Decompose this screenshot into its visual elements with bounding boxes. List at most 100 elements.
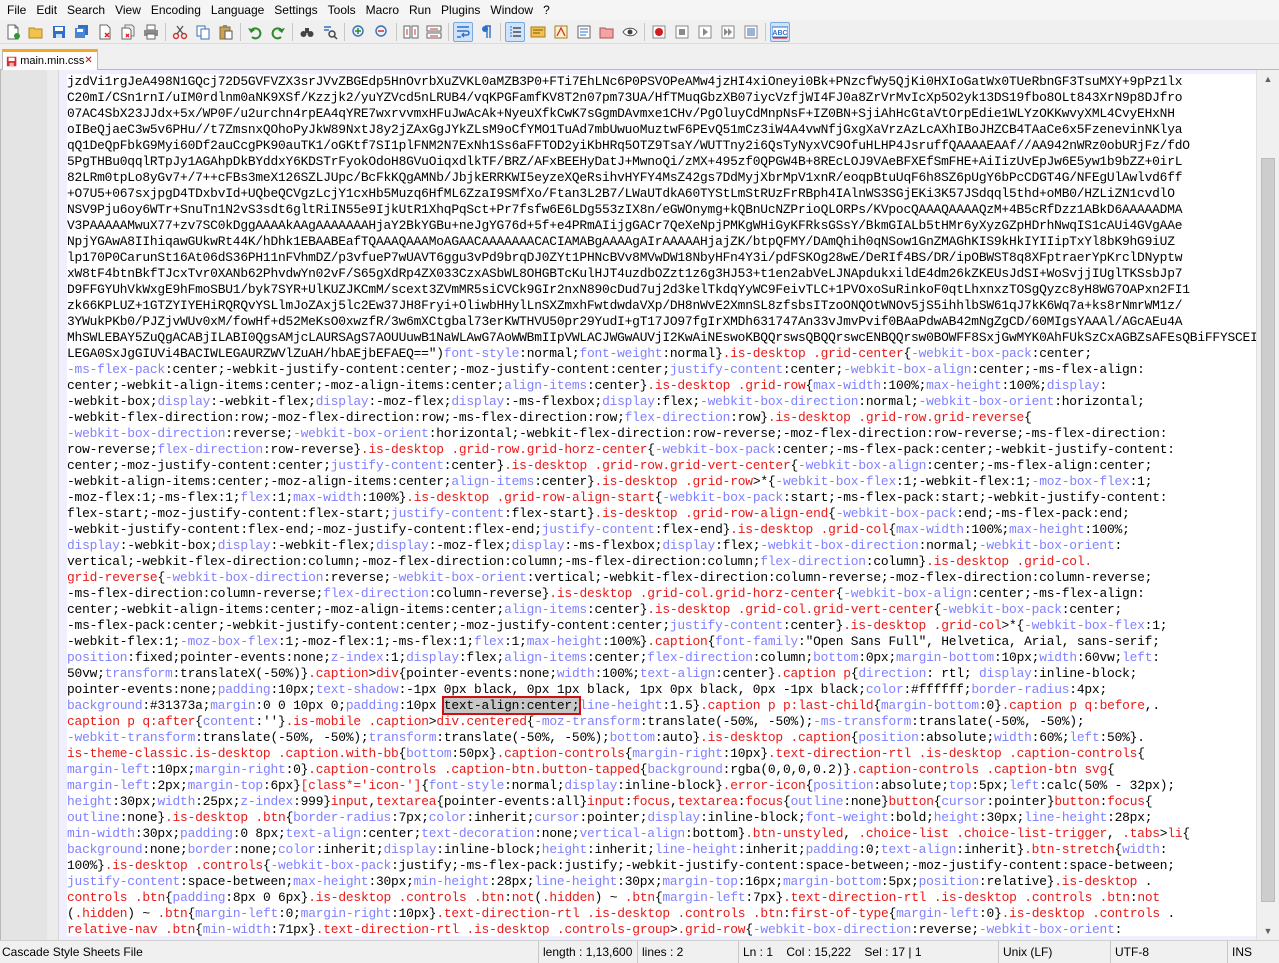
menu-encoding[interactable]: Encoding: [146, 0, 206, 20]
folder-as-workspace-button[interactable]: [597, 22, 617, 42]
menu-view[interactable]: View: [110, 0, 146, 20]
find-button[interactable]: [297, 22, 317, 42]
code-token: -webkit-box-orient: [391, 570, 527, 585]
code-token: :0;: [278, 906, 301, 921]
code-token: :7px;: [391, 810, 429, 825]
record-macro-button[interactable]: [649, 22, 669, 42]
close-file-button[interactable]: [95, 22, 115, 42]
code-token: .caption: [308, 666, 369, 681]
code-token: q:after: [142, 714, 196, 729]
code-token: .caption-controls: [1009, 746, 1138, 761]
monitoring-button[interactable]: [620, 22, 640, 42]
code-token: padding: [180, 826, 233, 841]
code-token: display: [647, 810, 701, 825]
code-token: ,: [1107, 826, 1123, 841]
line-number-margin[interactable]: [1, 70, 47, 940]
word-wrap-button[interactable]: [453, 21, 473, 42]
save-macro-button[interactable]: [741, 22, 761, 42]
show-all-characters-button[interactable]: [476, 22, 496, 42]
menu-settings[interactable]: Settings: [269, 0, 322, 20]
code-line: grid-reverse{-webkit-box-direction:rever…: [67, 570, 1257, 586]
code-token: line-height: [579, 698, 663, 713]
menu-language[interactable]: Language: [206, 0, 269, 20]
fold-margin[interactable]: [47, 70, 59, 940]
scissors-icon: [172, 25, 188, 39]
playback-macro-button[interactable]: [695, 22, 715, 42]
code-text-area[interactable]: jzdVi1rgJeA498N1GQcj72D5GVFVZX3srJVvZBGE…: [67, 74, 1257, 936]
toolbar-separator: [396, 22, 397, 41]
code-token: .: [1137, 874, 1153, 889]
code-token: :10px;: [149, 762, 196, 777]
cut-button[interactable]: [170, 22, 190, 42]
code-token: .is-desktop: [730, 522, 814, 537]
code-token: font-style: [428, 778, 505, 793]
code-token: ,: [843, 826, 859, 841]
code-token: 50vw;: [67, 666, 105, 681]
sync-vertical-button[interactable]: [401, 22, 421, 42]
code-token: {: [285, 810, 294, 825]
code-token: +O7U5+067sxjpgD4TDxbvId+UQbeQCVgzLcjY1cx…: [67, 186, 1175, 201]
tab-main-min-css[interactable]: main.min.css ✕: [2, 49, 98, 70]
redo-button[interactable]: [268, 22, 288, 42]
code-token: :10px;: [270, 682, 316, 697]
stop-recording-button[interactable]: [672, 22, 692, 42]
code-token: :0}: [979, 906, 1002, 921]
run-macro-multiple-button[interactable]: [718, 22, 738, 42]
code-token: .grid-col.: [1016, 554, 1093, 569]
vertical-scrollbar[interactable]: ▲ ▼: [1256, 70, 1279, 940]
function-list-button[interactable]: [574, 22, 594, 42]
close-tab-icon[interactable]: ✕: [84, 56, 93, 66]
scroll-down-arrow-icon[interactable]: ▼: [1261, 924, 1275, 938]
undo-button[interactable]: [245, 22, 265, 42]
code-token: -webkit-box-direction: [760, 538, 919, 553]
code-token: :flex;: [715, 538, 761, 553]
code-token: justify-content: [541, 522, 655, 537]
paste-button[interactable]: [216, 22, 236, 42]
code-token: div: [376, 666, 399, 681]
code-token: .: [1159, 906, 1175, 921]
code-token: :center}: [534, 474, 595, 489]
menu-help[interactable]: ?: [538, 0, 555, 20]
menu-search[interactable]: Search: [62, 0, 110, 20]
code-token: :1.5}: [662, 698, 701, 713]
code-token: {: [745, 922, 753, 936]
editor-pane[interactable]: jzdVi1rgJeA498N1GQcj72D5GVFVZX3srJVvZBGE…: [0, 70, 1279, 940]
close-all-button[interactable]: [118, 22, 138, 42]
zoom-out-button[interactable]: [372, 22, 392, 42]
code-token: .btn: [157, 906, 188, 921]
save-button[interactable]: [49, 22, 69, 42]
new-file-button[interactable]: [3, 22, 23, 42]
menu-tools[interactable]: Tools: [323, 0, 361, 20]
open-file-button[interactable]: [26, 22, 46, 42]
menu-run[interactable]: Run: [404, 0, 436, 20]
code-token: max-width: [813, 378, 881, 393]
code-token: -webkit-box-direction: [164, 570, 324, 585]
copy-button[interactable]: [193, 22, 213, 42]
menu-window[interactable]: Window: [485, 0, 538, 20]
scrollbar-thumb[interactable]: [1261, 158, 1275, 902]
code-token: :0}: [285, 762, 309, 777]
define-language-button[interactable]: [528, 22, 548, 42]
print-button[interactable]: [141, 22, 161, 42]
code-token: .btn: [752, 906, 784, 921]
menu-plugins[interactable]: Plugins: [436, 0, 485, 20]
code-token: -webkit-box-orient: [978, 922, 1115, 936]
document-map-button[interactable]: [551, 22, 571, 42]
save-all-button[interactable]: [72, 22, 92, 42]
indent-guide-button[interactable]: [505, 21, 525, 42]
zoom-in-button[interactable]: [349, 22, 369, 42]
code-token: text-align: [285, 826, 362, 841]
menu-edit[interactable]: Edit: [31, 0, 62, 20]
code-token: .is-desktop: [406, 490, 490, 505]
code-token: -webkit-box-direction: [700, 394, 859, 409]
replace-button[interactable]: [320, 22, 340, 42]
code-line: vertical;-webkit-flex-direction:column;-…: [67, 554, 1257, 570]
menu-macro[interactable]: Macro: [361, 0, 404, 20]
spell-check-button[interactable]: ABC: [770, 21, 790, 42]
menu-file[interactable]: File: [2, 0, 31, 20]
sync-horizontal-button[interactable]: [424, 22, 444, 42]
scroll-up-arrow-icon[interactable]: ▲: [1261, 72, 1275, 86]
code-token: 82LRm0tpLo8yGv7+/7++cFBs3meX126SZLJUpc/B…: [67, 170, 1183, 185]
